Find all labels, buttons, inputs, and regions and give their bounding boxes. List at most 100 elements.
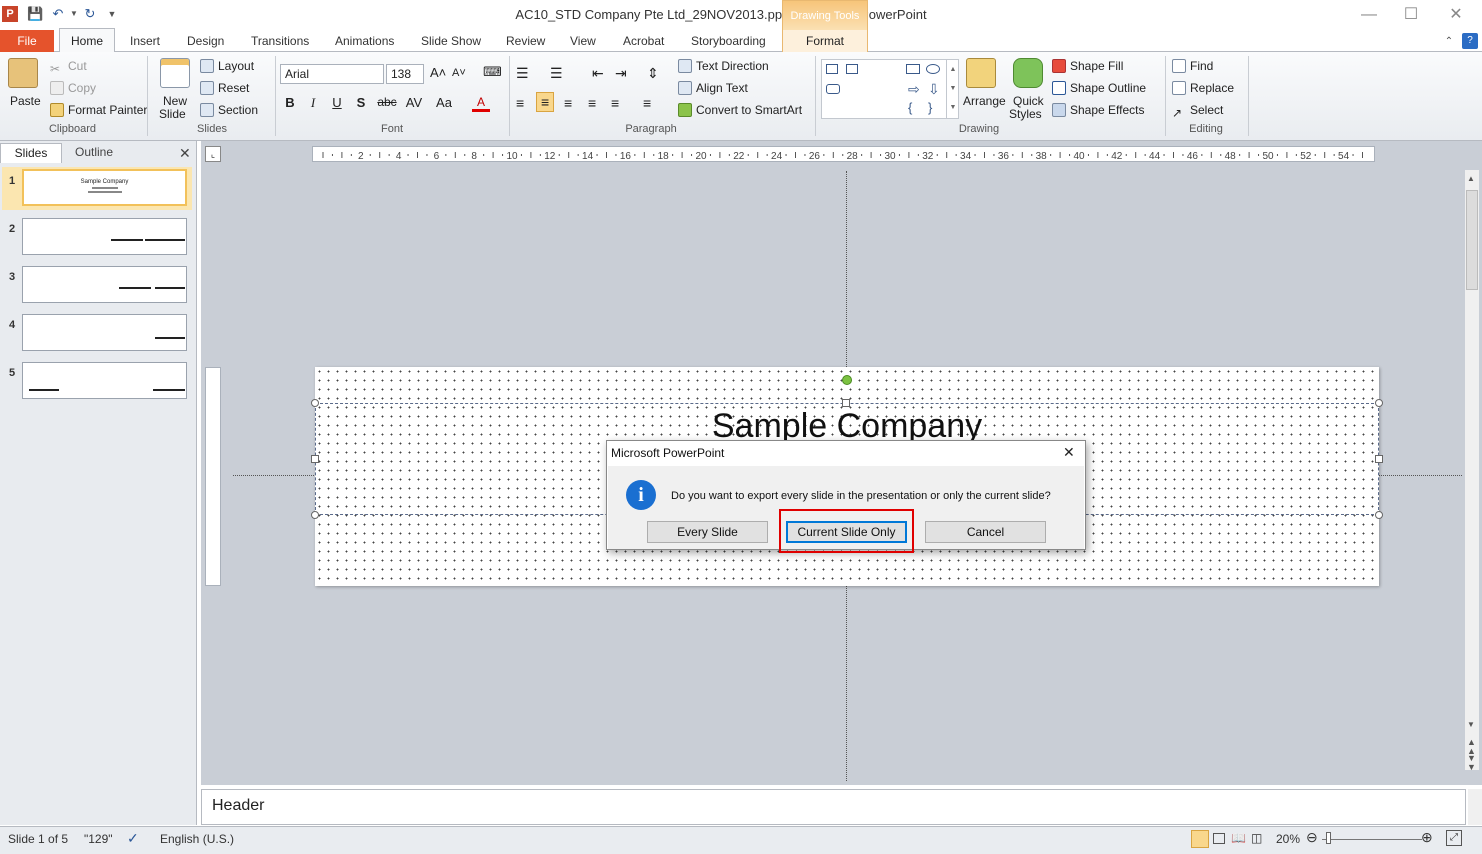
replace-button[interactable]: Replace — [1172, 81, 1234, 95]
rotation-handle[interactable] — [842, 375, 852, 385]
arrange-button[interactable]: Arrange — [963, 94, 1006, 108]
tab-design[interactable]: Design — [187, 34, 224, 48]
strikethrough-icon[interactable]: abc — [374, 95, 400, 109]
next-slide-icon[interactable]: ▼ ▼ — [1467, 754, 1476, 772]
tab-slide-show[interactable]: Slide Show — [421, 34, 481, 48]
slide-thumbnail-5[interactable] — [22, 362, 187, 399]
scroll-thumb[interactable] — [1466, 190, 1478, 290]
right-arrow-shape-icon[interactable]: ⇨ — [908, 81, 920, 98]
spell-check-icon[interactable]: ✓ — [127, 830, 139, 847]
copy-button[interactable]: Copy — [50, 81, 96, 95]
theme-name[interactable]: "129" — [84, 832, 113, 846]
align-center-icon[interactable]: ≡ — [536, 92, 555, 112]
maximize-icon[interactable]: ☐ — [1396, 4, 1426, 26]
align-text-button[interactable]: Align Text — [678, 81, 748, 95]
rectangle-shape-icon[interactable] — [906, 64, 920, 74]
left-brace-shape-icon[interactable]: { — [908, 100, 912, 115]
resize-handle[interactable] — [311, 511, 319, 519]
collapse-ribbon-icon[interactable]: ⌃ — [1441, 34, 1457, 50]
vertical-textbox-shape-icon[interactable] — [846, 64, 858, 74]
increase-indent-icon[interactable]: ⇥ — [615, 65, 627, 82]
close-icon[interactable]: ✕ — [1441, 4, 1471, 26]
tab-storyboarding[interactable]: Storyboarding — [691, 34, 766, 48]
slide-thumbnail-4[interactable] — [22, 314, 187, 351]
tab-format[interactable]: Format — [782, 30, 868, 52]
reset-button[interactable]: Reset — [200, 81, 249, 95]
arrange-icon[interactable] — [966, 58, 996, 88]
resize-handle[interactable] — [311, 455, 319, 463]
align-left-icon[interactable]: ≡ — [516, 95, 524, 111]
shrink-font-icon[interactable]: A˅ — [452, 67, 466, 79]
shape-fill-button[interactable]: Shape Fill — [1052, 59, 1123, 73]
font-name-combo[interactable]: Arial — [280, 64, 384, 84]
quick-styles-label-2[interactable]: Styles — [1009, 107, 1042, 121]
shapes-gallery[interactable]: ⇨ ⇩ { } ▲ ▼ ▼ — [821, 59, 959, 119]
slide-show-view-icon[interactable]: ◫ — [1251, 831, 1262, 845]
align-right-icon[interactable]: ≡ — [564, 95, 572, 111]
tab-stop-selector[interactable]: ⌞ — [205, 146, 221, 162]
font-size-combo[interactable]: 138 — [386, 64, 424, 84]
slide-thumbnail-2[interactable] — [22, 218, 187, 255]
shadow-icon[interactable]: S — [352, 95, 370, 110]
close-pane-icon[interactable]: ✕ — [179, 145, 191, 162]
gallery-scroll[interactable]: ▲ ▼ ▼ — [946, 60, 959, 118]
underline-icon[interactable]: U — [328, 95, 346, 110]
bold-icon[interactable]: B — [281, 95, 299, 110]
dialog-close-icon[interactable]: ✕ — [1063, 444, 1075, 461]
new-slide-label-2[interactable]: Slide — [159, 107, 186, 121]
tab-animations[interactable]: Animations — [335, 34, 394, 48]
grow-font-icon[interactable]: A˄ — [430, 65, 446, 80]
every-slide-button[interactable]: Every Slide — [647, 521, 768, 543]
reading-view-icon[interactable]: 📖 — [1231, 831, 1246, 845]
change-case-icon[interactable]: Aa — [432, 95, 456, 110]
resize-handle[interactable] — [842, 399, 850, 407]
tab-acrobat[interactable]: Acrobat — [623, 34, 664, 48]
bullets-icon[interactable]: ☰ — [516, 65, 529, 82]
resize-handle[interactable] — [311, 399, 319, 407]
help-icon[interactable]: ? — [1462, 33, 1478, 49]
decrease-indent-icon[interactable]: ⇤ — [592, 65, 604, 82]
slide-thumbnail-1[interactable]: Sample Company — [22, 169, 187, 206]
paste-icon[interactable] — [8, 58, 38, 88]
quick-styles-label-1[interactable]: Quick — [1013, 94, 1044, 108]
resize-handle[interactable] — [1375, 511, 1383, 519]
normal-view-icon[interactable] — [1191, 830, 1209, 848]
horizontal-ruler[interactable]: 2 4 6 8 10 12 14 16 18 20 22 24 26 28 30 32 34 36 38 40 42 44… — [312, 146, 1375, 162]
zoom-slider[interactable] — [1322, 839, 1422, 840]
tab-outline[interactable]: Outline — [62, 143, 126, 163]
select-button[interactable]: ↗ Select — [1172, 103, 1223, 120]
notes-scrollbar[interactable] — [1468, 789, 1482, 825]
fit-to-window-icon[interactable]: ⤢ — [1446, 830, 1462, 846]
italic-icon[interactable]: I — [304, 95, 322, 111]
section-button[interactable]: Section — [200, 103, 258, 117]
format-painter-button[interactable]: Format Painter — [50, 103, 147, 117]
cut-button[interactable]: ✂ Cut — [50, 59, 87, 76]
zoom-level[interactable]: 20% — [1276, 832, 1300, 846]
paste-button[interactable]: Paste — [10, 94, 41, 108]
find-button[interactable]: Find — [1172, 59, 1213, 73]
slide-sorter-view-icon[interactable] — [1213, 833, 1225, 844]
slide-thumbnail-3[interactable] — [22, 266, 187, 303]
font-color-icon[interactable]: A — [472, 95, 490, 112]
tab-file[interactable]: File — [0, 30, 54, 52]
down-arrow-shape-icon[interactable]: ⇩ — [928, 81, 940, 98]
justify-icon[interactable]: ≡ — [588, 95, 596, 111]
scroll-down-icon[interactable]: ▼ — [1467, 720, 1475, 729]
quick-styles-icon[interactable] — [1013, 58, 1043, 88]
rounded-rectangle-shape-icon[interactable] — [826, 84, 840, 94]
language-indicator[interactable]: English (U.S.) — [160, 832, 234, 846]
character-spacing-icon[interactable]: AV — [401, 95, 427, 110]
tab-insert[interactable]: Insert — [130, 34, 160, 48]
cancel-button[interactable]: Cancel — [925, 521, 1046, 543]
zoom-in-icon[interactable]: ⊕ — [1421, 829, 1433, 846]
new-slide-icon[interactable] — [160, 58, 190, 88]
current-slide-only-button[interactable]: Current Slide Only — [786, 521, 907, 543]
columns-icon[interactable]: ≡ — [643, 95, 651, 111]
tab-view[interactable]: View — [570, 34, 596, 48]
tab-review[interactable]: Review — [506, 34, 545, 48]
oval-shape-icon[interactable] — [926, 64, 940, 74]
tab-home[interactable]: Home — [59, 28, 115, 53]
tab-slides[interactable]: Slides — [0, 143, 62, 163]
new-slide-label-1[interactable]: New — [163, 94, 187, 108]
distributed-icon[interactable]: ≡ — [611, 95, 619, 111]
